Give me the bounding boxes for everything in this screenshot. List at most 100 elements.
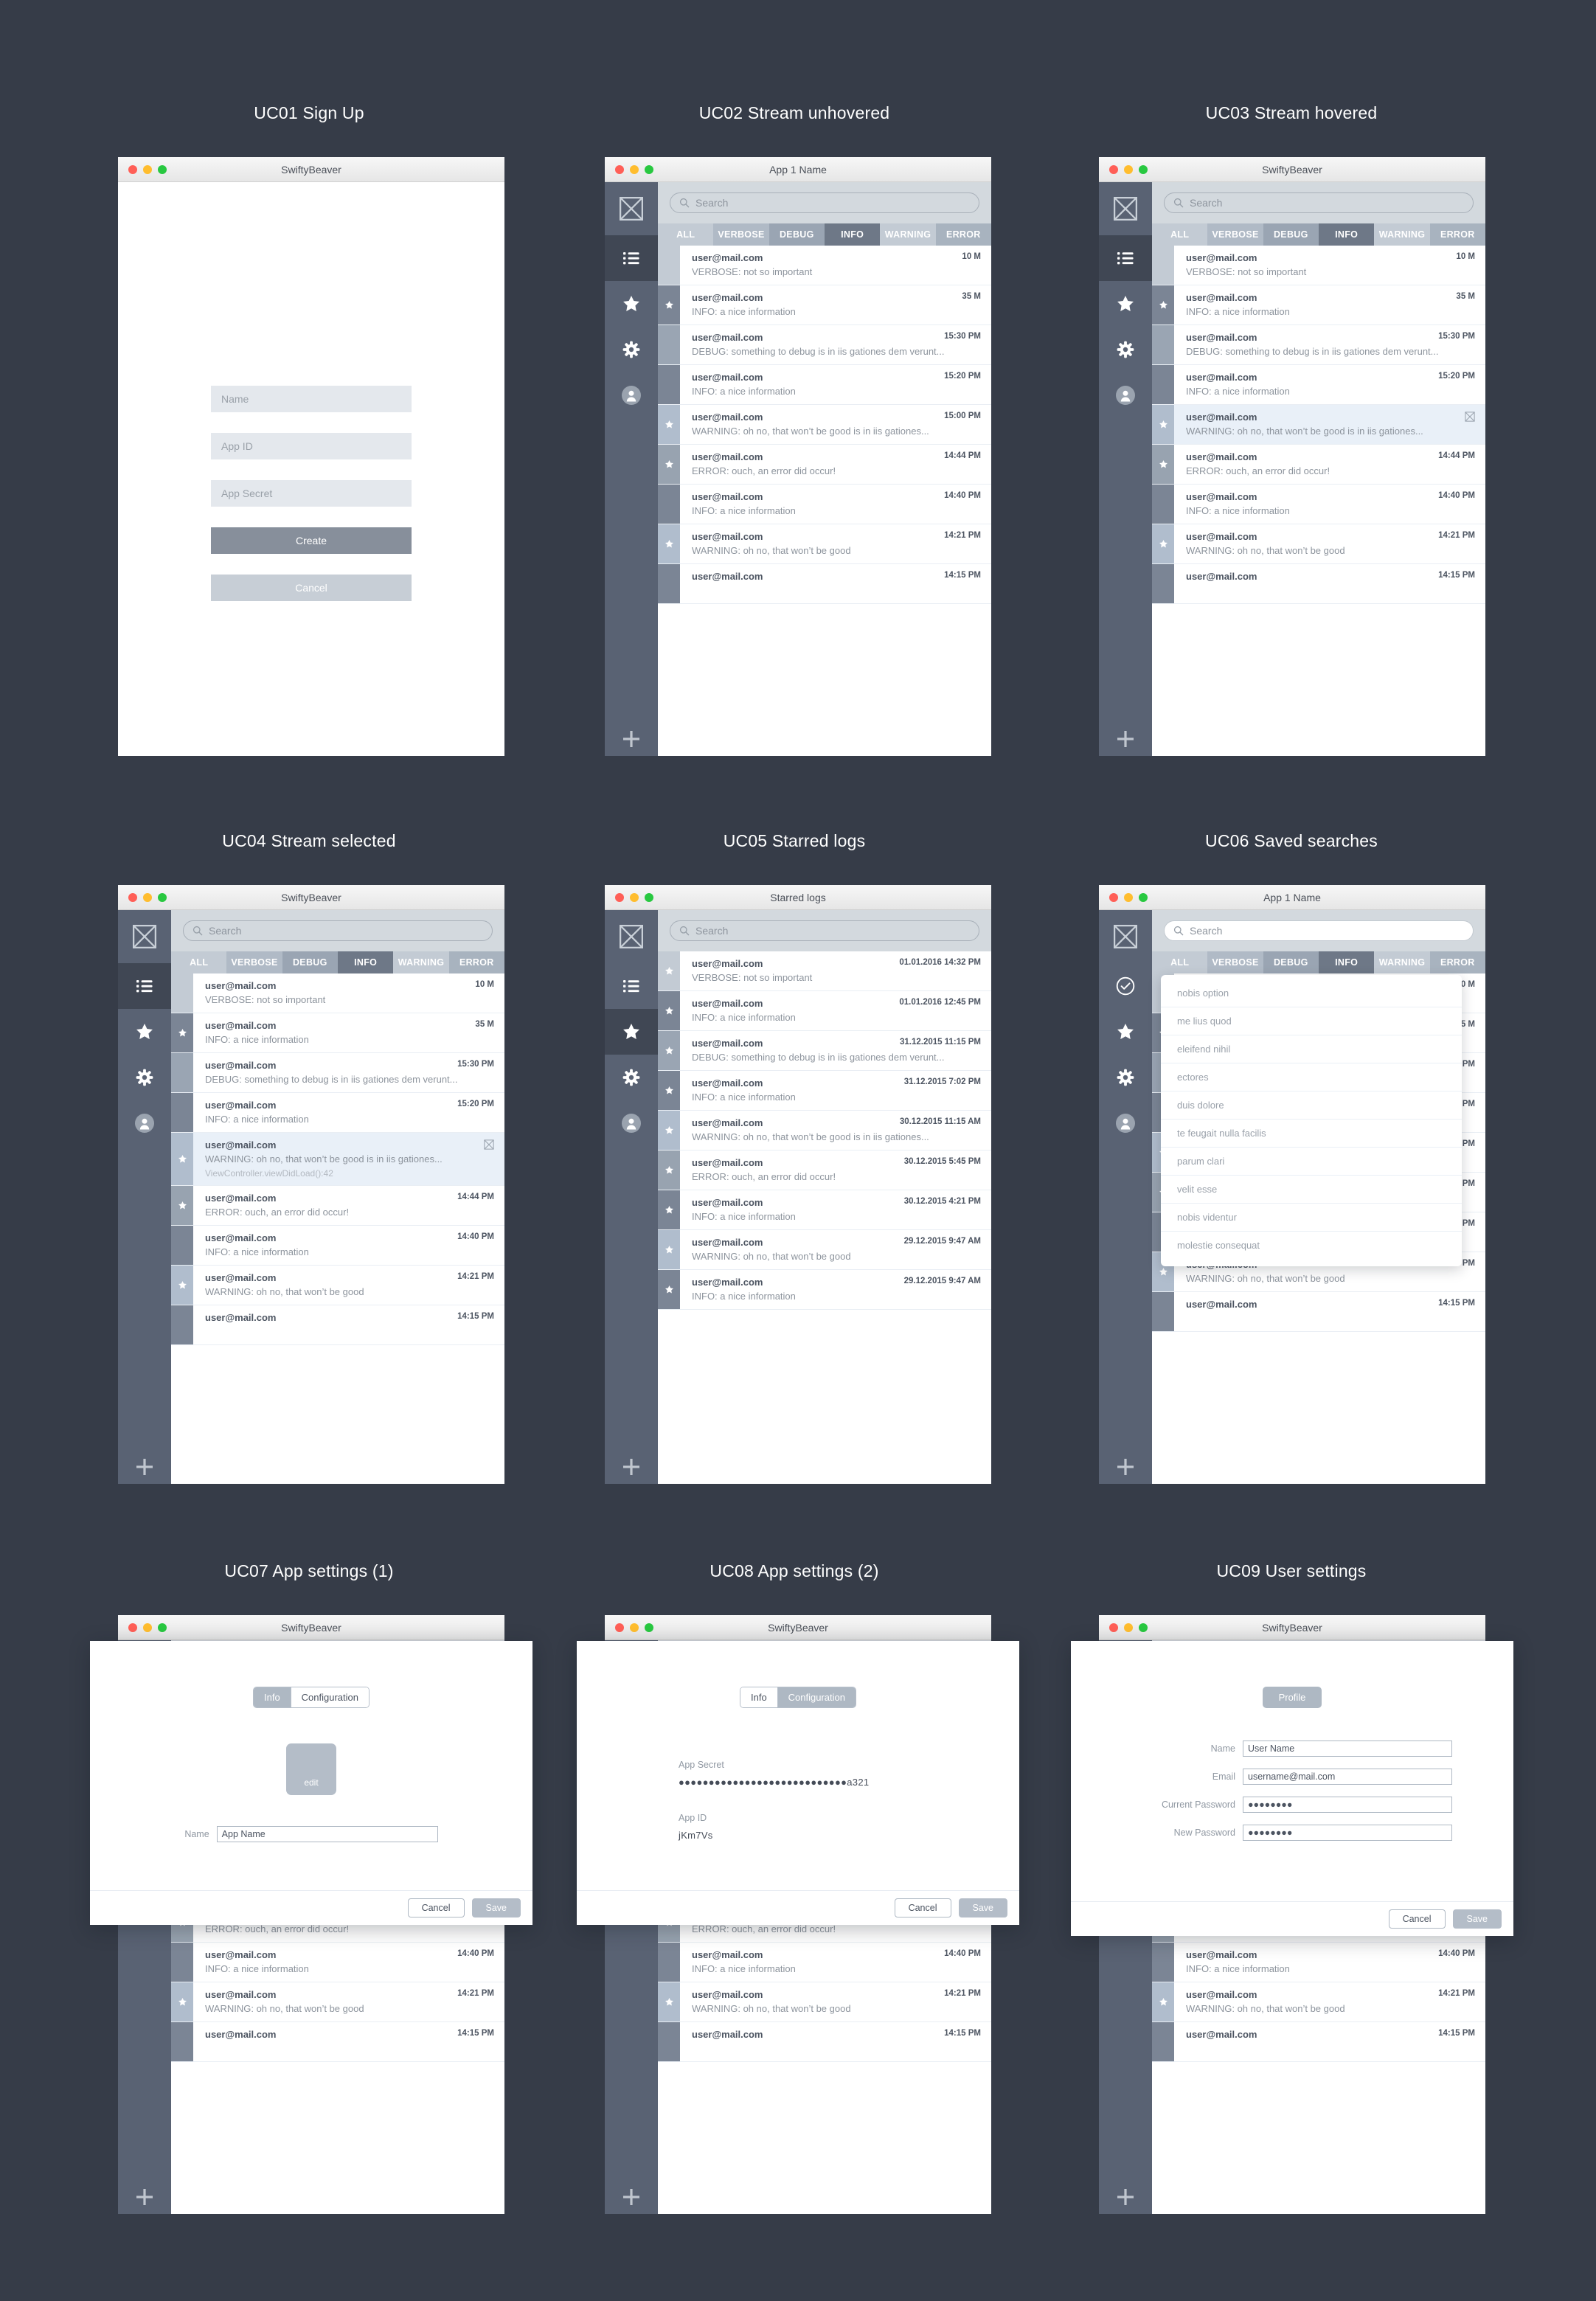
table-row[interactable]: user@mail.com 14:40 PM INFO: a nice inform… bbox=[658, 1943, 991, 1982]
tab-verbose[interactable]: VERBOSE bbox=[1207, 951, 1263, 974]
star-icon[interactable] bbox=[665, 539, 674, 549]
search-input[interactable]: Search bbox=[670, 192, 979, 213]
user-field-input-3[interactable]: ●●●●●●●● bbox=[1243, 1825, 1452, 1841]
tab-debug[interactable]: DEBUG bbox=[1263, 223, 1319, 246]
add-app-button[interactable] bbox=[118, 1457, 171, 1476]
star-icon[interactable] bbox=[178, 1201, 187, 1210]
star-icon[interactable] bbox=[665, 1997, 674, 2007]
sidebar-item-starred[interactable] bbox=[605, 1009, 658, 1055]
star-icon[interactable] bbox=[665, 966, 674, 976]
search-input[interactable]: Search bbox=[183, 920, 493, 941]
saved-search-item-4[interactable]: duis dolore bbox=[1161, 1092, 1462, 1120]
saved-searches-dropdown[interactable]: nobis option me lius quod eleifend nihil ec… bbox=[1161, 975, 1462, 1266]
sidebar-item-user[interactable] bbox=[1099, 1100, 1152, 1146]
tab-configuration[interactable]: Configuration bbox=[290, 1687, 369, 1707]
table-row[interactable]: user@mail.com 10 M VERBOSE: not so importa… bbox=[171, 974, 504, 1013]
star-icon[interactable] bbox=[665, 1125, 674, 1135]
sidebar-item-stream[interactable] bbox=[1099, 235, 1152, 281]
star-icon[interactable] bbox=[1159, 1267, 1168, 1277]
star-icon[interactable] bbox=[665, 1205, 674, 1215]
star-icon[interactable] bbox=[665, 420, 674, 429]
table-row[interactable]: user@mail.com 01.01.2016 14:32 PM VERBOSE:… bbox=[658, 951, 991, 991]
table-row[interactable]: user@mail.com 30.12.2015 4:21 PM INFO: a n… bbox=[658, 1190, 991, 1230]
sidebar-item-settings[interactable] bbox=[118, 1055, 171, 1100]
add-app-button[interactable] bbox=[118, 2187, 171, 2207]
sidebar-item-settings[interactable] bbox=[1099, 1055, 1152, 1100]
star-icon[interactable] bbox=[665, 459, 674, 469]
tab-info[interactable]: INFO bbox=[1318, 951, 1375, 974]
tab-all[interactable]: ALL bbox=[1152, 951, 1208, 974]
log-list[interactable]: user@mail.com 10 M VERBOSE: not so importa… bbox=[658, 246, 991, 756]
add-app-button[interactable] bbox=[1099, 2187, 1152, 2207]
cancel-button[interactable]: Cancel bbox=[894, 1898, 951, 1918]
star-icon[interactable] bbox=[1159, 459, 1168, 469]
save-button[interactable]: Save bbox=[471, 1898, 521, 1918]
table-row[interactable]: user@mail.com WARNING: oh no, that won’t … bbox=[171, 1133, 504, 1186]
star-icon[interactable] bbox=[665, 1046, 674, 1055]
table-row[interactable]: user@mail.com 15:20 PM INFO: a nice inform… bbox=[171, 1093, 504, 1133]
table-row[interactable]: user@mail.com 15:30 PM DEBUG: something to… bbox=[658, 325, 991, 365]
table-row[interactable]: user@mail.com 35 M INFO: a nice informatio… bbox=[1152, 285, 1485, 325]
add-app-button[interactable] bbox=[605, 2187, 658, 2207]
table-row[interactable]: user@mail.com 01.01.2016 12:45 PM INFO: a … bbox=[658, 991, 991, 1031]
name-field[interactable]: Name bbox=[211, 386, 412, 412]
tab-profile[interactable]: Profile bbox=[1262, 1687, 1322, 1708]
table-row[interactable]: user@mail.com 14:21 PM WARNING: oh no, tha… bbox=[658, 524, 991, 564]
star-icon[interactable] bbox=[178, 1997, 187, 2007]
sidebar-item-user[interactable] bbox=[605, 1100, 658, 1146]
table-row[interactable]: user@mail.com 14:40 PM INFO: a nice inform… bbox=[1152, 485, 1485, 524]
tab-verbose[interactable]: VERBOSE bbox=[226, 951, 282, 974]
tab-verbose[interactable]: VERBOSE bbox=[713, 223, 769, 246]
star-icon[interactable] bbox=[1159, 300, 1168, 310]
log-list[interactable]: user@mail.com 10 M VERBOSE: not so importa… bbox=[171, 974, 504, 1484]
table-row[interactable]: user@mail.com 14:40 PM INFO: a nice inform… bbox=[658, 485, 991, 524]
log-list[interactable]: user@mail.com 10 M VERBOSE: not so importa… bbox=[1152, 246, 1485, 756]
tab-warning[interactable]: WARNING bbox=[1374, 951, 1430, 974]
table-row[interactable]: user@mail.com 35 M INFO: a nice informatio… bbox=[171, 1013, 504, 1053]
saved-search-item-6[interactable]: parum clari bbox=[1161, 1148, 1462, 1176]
save-button[interactable]: Save bbox=[958, 1898, 1007, 1918]
close-box-icon[interactable] bbox=[1465, 412, 1475, 422]
cancel-button[interactable]: Cancel bbox=[1388, 1909, 1446, 1929]
table-row[interactable]: user@mail.com 14:15 PM bbox=[171, 2022, 504, 2062]
saved-search-item-5[interactable]: te feugait nulla facilis bbox=[1161, 1120, 1462, 1148]
table-row[interactable]: user@mail.com 15:30 PM DEBUG: something to… bbox=[171, 1053, 504, 1093]
save-button[interactable]: Save bbox=[1452, 1909, 1502, 1929]
table-row[interactable]: user@mail.com 15:00 PM WARNING: oh no, tha… bbox=[658, 405, 991, 445]
add-app-button[interactable] bbox=[605, 729, 658, 749]
app-icon-edit-button[interactable]: edit bbox=[286, 1743, 336, 1795]
table-row[interactable]: user@mail.com 29.12.2015 9:47 AM INFO: a n… bbox=[658, 1270, 991, 1310]
table-row[interactable]: user@mail.com 14:40 PM INFO: a nice inform… bbox=[171, 1943, 504, 1982]
tab-warning[interactable]: WARNING bbox=[393, 951, 449, 974]
tab-info[interactable]: INFO bbox=[824, 223, 881, 246]
sidebar-item-stream[interactable] bbox=[118, 963, 171, 1009]
table-row[interactable]: user@mail.com 10 M VERBOSE: not so importa… bbox=[658, 246, 991, 285]
sidebar-item-starred[interactable] bbox=[605, 281, 658, 327]
star-icon[interactable] bbox=[665, 300, 674, 310]
table-row[interactable]: user@mail.com 14:21 PM WARNING: oh no, tha… bbox=[658, 1982, 991, 2022]
tab-error[interactable]: ERROR bbox=[935, 223, 991, 246]
table-row[interactable]: user@mail.com 14:15 PM bbox=[171, 1305, 504, 1345]
cancel-button[interactable]: Cancel bbox=[211, 575, 412, 601]
table-row[interactable]: user@mail.com 14:40 PM INFO: a nice inform… bbox=[171, 1226, 504, 1266]
tab-all[interactable]: ALL bbox=[658, 223, 714, 246]
sidebar-item-stream[interactable] bbox=[1099, 963, 1152, 1009]
table-row[interactable]: user@mail.com 15:30 PM DEBUG: something to… bbox=[1152, 325, 1485, 365]
sidebar-item-starred[interactable] bbox=[1099, 1009, 1152, 1055]
tab-debug[interactable]: DEBUG bbox=[1263, 951, 1319, 974]
star-icon[interactable] bbox=[665, 1245, 674, 1254]
saved-search-item-9[interactable]: molestie consequat bbox=[1161, 1232, 1462, 1259]
log-list[interactable]: user@mail.com 01.01.2016 14:32 PM VERBOSE:… bbox=[658, 951, 991, 1484]
table-row[interactable]: user@mail.com 14:15 PM bbox=[1152, 564, 1485, 604]
tab-debug[interactable]: DEBUG bbox=[768, 223, 825, 246]
star-icon[interactable] bbox=[665, 1006, 674, 1016]
table-row[interactable]: user@mail.com 14:21 PM WARNING: oh no, tha… bbox=[171, 1266, 504, 1305]
tab-verbose[interactable]: VERBOSE bbox=[1207, 223, 1263, 246]
tab-debug[interactable]: DEBUG bbox=[282, 951, 338, 974]
add-app-button[interactable] bbox=[605, 1457, 658, 1476]
tab-error[interactable]: ERROR bbox=[1429, 951, 1485, 974]
table-row[interactable]: user@mail.com 14:21 PM WARNING: oh no, tha… bbox=[171, 1982, 504, 2022]
tab-info[interactable]: INFO bbox=[337, 951, 394, 974]
tab-error[interactable]: ERROR bbox=[1429, 223, 1485, 246]
tab-info[interactable]: Info bbox=[253, 1687, 291, 1707]
